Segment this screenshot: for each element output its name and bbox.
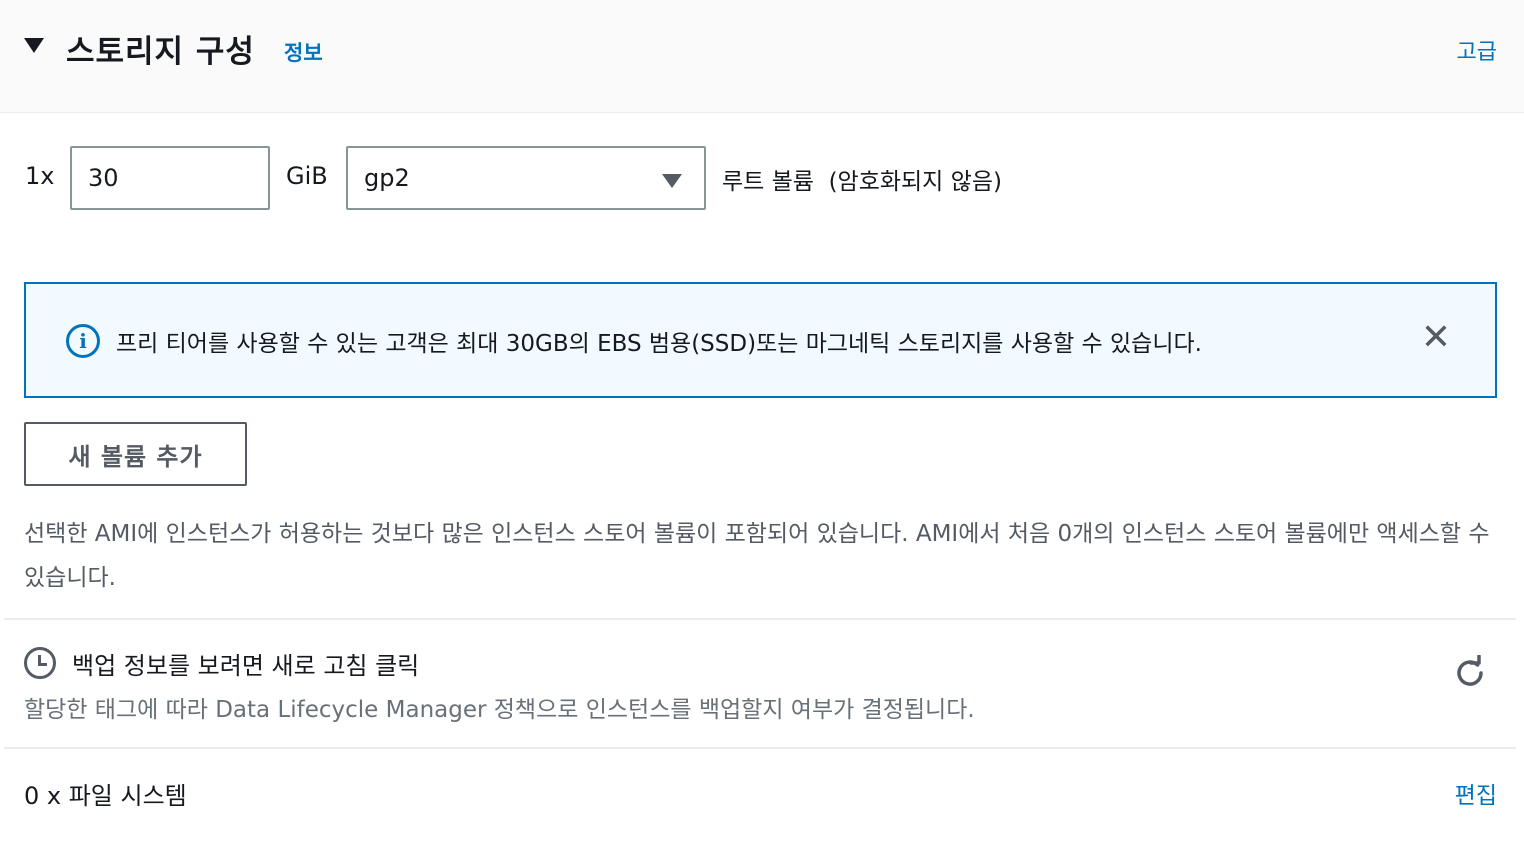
caret-down-icon[interactable] (24, 38, 44, 53)
volume-type-select[interactable]: gp2 (346, 146, 706, 210)
backup-description: 할당한 태그에 따라 Data Lifecycle Manager 정책으로 인… (24, 697, 975, 723)
alert-message: 프리 티어를 사용할 수 있는 고객은 최대 30GB의 EBS 범용(SSD)… (116, 331, 1202, 357)
free-tier-alert: i 프리 티어를 사용할 수 있는 고객은 최대 30GB의 EBS 범용(SS… (24, 282, 1497, 398)
section-header: 스토리지 구성 정보 고급 (0, 0, 1524, 113)
close-icon[interactable]: ✕ (1421, 318, 1451, 358)
refresh-icon[interactable] (1452, 655, 1488, 691)
clock-icon (24, 647, 56, 679)
divider (4, 618, 1516, 620)
volume-unit: GiB (286, 162, 328, 190)
divider (4, 747, 1516, 749)
advanced-link[interactable]: 고급 (1457, 34, 1497, 66)
root-volume-label: 루트 볼륨 (암호화되지 않음) (722, 169, 1002, 195)
file-systems-label: 0 x 파일 시스템 (24, 782, 187, 810)
add-volume-button[interactable]: 새 볼륨 추가 (24, 422, 247, 486)
volume-multiplier: 1x (25, 162, 55, 190)
backup-title: 백업 정보를 보려면 새로 고침 클릭 (72, 652, 420, 680)
edit-file-systems-link[interactable]: 편집 (1455, 776, 1497, 810)
volume-size-input[interactable] (70, 146, 270, 210)
info-circle-icon: i (66, 324, 100, 358)
info-link[interactable]: 정보 (284, 37, 323, 67)
chevron-down-icon (662, 174, 682, 188)
root-volume-row: 1x GiB gp2 루트 볼륨 (암호화되지 않음) (0, 146, 1524, 210)
section-title[interactable]: 스토리지 구성 (66, 26, 255, 71)
volume-type-value: gp2 (364, 164, 410, 192)
instance-store-note: 선택한 AMI에 인스턴스가 허용하는 것보다 많은 인스턴스 스토어 볼륨이 … (24, 521, 1490, 591)
